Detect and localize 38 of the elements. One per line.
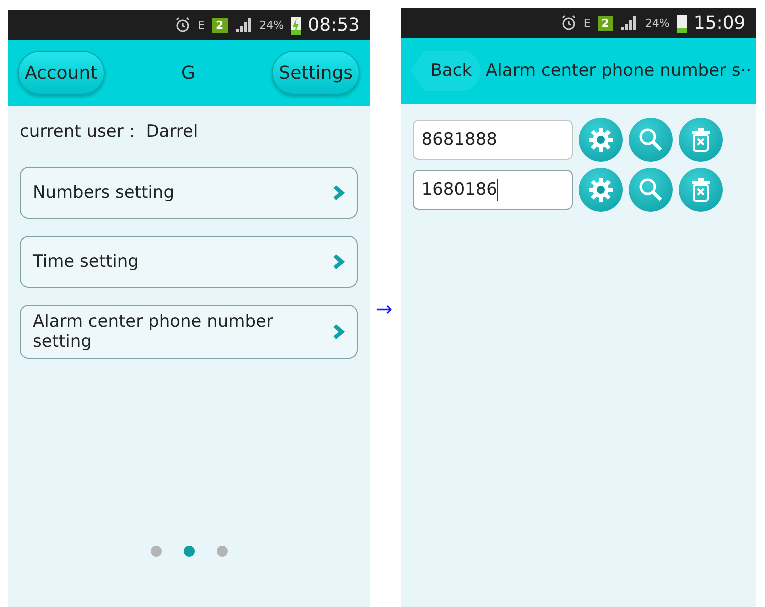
- text-cursor: [497, 179, 498, 201]
- sim-badge: 2: [212, 18, 228, 32]
- settings-icon: [588, 127, 614, 153]
- chevron-right-icon: [333, 254, 345, 270]
- account-button[interactable]: Account: [18, 51, 105, 95]
- chevron-right-icon: [333, 185, 345, 201]
- arrow-text: →: [376, 296, 393, 320]
- battery-percent: 24%: [645, 16, 670, 30]
- network-type: E: [198, 18, 206, 32]
- menu-item[interactable]: Numbers setting: [20, 167, 358, 219]
- battery-percent: 24%: [260, 18, 284, 32]
- signal-icon: [620, 16, 638, 30]
- settings-button[interactable]: [578, 118, 623, 162]
- header-title: G: [180, 62, 196, 84]
- current-user-text: current user： Darrel: [20, 121, 200, 143]
- back-button[interactable]: Back: [410, 51, 480, 91]
- chevron-right-icon: [333, 324, 345, 340]
- number-field[interactable]: 8681888: [412, 120, 573, 160]
- menu-item[interactable]: Time setting: [20, 236, 358, 288]
- header-title: Alarm center phone number s··: [486, 61, 752, 81]
- network-type: E: [584, 16, 591, 30]
- number-field[interactable]: 1680186: [412, 170, 573, 210]
- clock-time: 08:53: [308, 14, 360, 36]
- settings-icon: [588, 177, 614, 203]
- delete-button[interactable]: [678, 168, 723, 212]
- sim-badge: 2: [598, 16, 614, 30]
- search-button[interactable]: [628, 168, 673, 212]
- settings-button[interactable]: [578, 168, 623, 212]
- search-icon: [638, 127, 664, 153]
- alarm-clock-icon: [175, 17, 192, 33]
- clock-time: 15:09: [694, 12, 746, 34]
- alarm-clock-icon: [560, 15, 577, 31]
- settings-button[interactable]: Settings: [272, 51, 360, 95]
- search-icon: [638, 177, 664, 203]
- menu-item[interactable]: Alarm center phone number setting: [20, 305, 358, 359]
- delete-button[interactable]: [678, 118, 723, 162]
- search-button[interactable]: [628, 118, 673, 162]
- signal-icon: [234, 18, 253, 32]
